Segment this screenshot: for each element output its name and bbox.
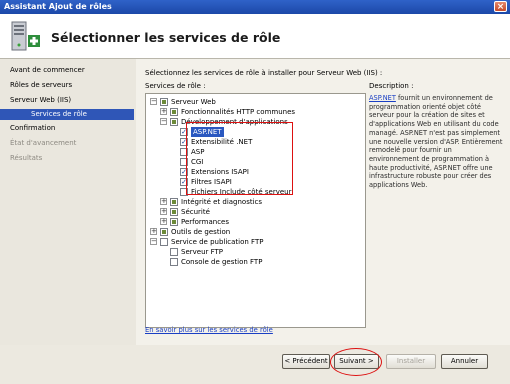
close-icon[interactable]: × [494,1,507,12]
tree-node-label: Performances [181,218,230,226]
checkbox[interactable] [160,98,168,106]
description-body: fournit un environnement de programmatio… [369,94,503,190]
checkbox[interactable] [170,198,178,206]
server-roles-icon [11,21,40,51]
tree-node-label: Fonctionnalités HTTP communes [181,108,296,116]
aspnet-link[interactable]: ASP.NET [369,94,396,102]
role-services-tree[interactable]: − Serveur Web + Fonctionnalités HTTP commun… [145,93,366,328]
cancel-button[interactable]: Annuler [441,354,488,369]
tree-node-label: Serveur FTP [181,248,224,256]
install-button: Installer [386,354,436,369]
description-text: ASP.NET fournit un environnement de prog… [369,94,504,190]
checkbox[interactable] [160,228,168,236]
expand-icon[interactable]: + [160,208,167,215]
tree-node-label: Intégrité et diagnostics [181,198,263,206]
tree-node-label: Console de gestion FTP [181,258,263,266]
tree-node-label: Serveur Web [171,98,216,106]
nav-item-web-server[interactable]: Serveur Web (IIS) [10,96,71,104]
previous-button[interactable]: < Précédent [282,354,330,369]
wizard-window: Assistant Ajout de rôles × Sélectionner … [0,0,510,384]
expand-icon[interactable]: + [160,218,167,225]
checkbox[interactable] [160,238,168,246]
nav-item-before-you-begin[interactable]: Avant de commencer [10,66,85,74]
wizard-header: Sélectionner les services de rôle [0,14,510,59]
page-title: Sélectionner les services de rôle [51,30,281,45]
more-info-link[interactable]: En savoir plus sur les services de rôle [145,326,273,334]
checkbox[interactable] [170,118,178,126]
checkbox[interactable] [170,258,178,266]
checkbox[interactable] [170,248,178,256]
expand-icon[interactable]: + [160,108,167,115]
nav-item-results: Résultats [10,154,43,162]
nav-item-server-roles[interactable]: Rôles de serveurs [10,81,72,89]
annotation-circle [330,348,382,376]
checkbox[interactable] [170,108,178,116]
collapse-icon[interactable]: − [160,118,167,125]
collapse-icon[interactable]: − [150,238,157,245]
collapse-icon[interactable]: − [150,98,157,105]
nav-item-role-services[interactable]: Services de rôle [0,109,134,120]
nav-item-progress: État d'avancement [10,139,77,147]
expand-icon[interactable]: + [150,228,157,235]
expand-icon[interactable]: + [160,198,167,205]
nav-item-confirmation[interactable]: Confirmation [10,124,55,132]
instruction-text: Sélectionnez les services de rôle à inst… [145,69,383,77]
wizard-nav: Avant de commencer Rôles de serveurs Ser… [0,59,136,345]
checkbox[interactable] [170,218,178,226]
tree-node-label: Service de publication FTP [171,238,264,246]
description-title: Description : [369,82,414,90]
window-title: Assistant Ajout de rôles [4,2,112,11]
tree-node-label: Sécurité [181,208,210,216]
tree-node-label: Outils de gestion [171,228,231,236]
content-panel: Sélectionnez les services de rôle à inst… [136,59,510,345]
title-bar[interactable]: Assistant Ajout de rôles × [0,0,510,14]
checkbox[interactable] [170,208,178,216]
role-services-label: Services de rôle : [145,82,206,90]
annotation-box [186,122,293,195]
